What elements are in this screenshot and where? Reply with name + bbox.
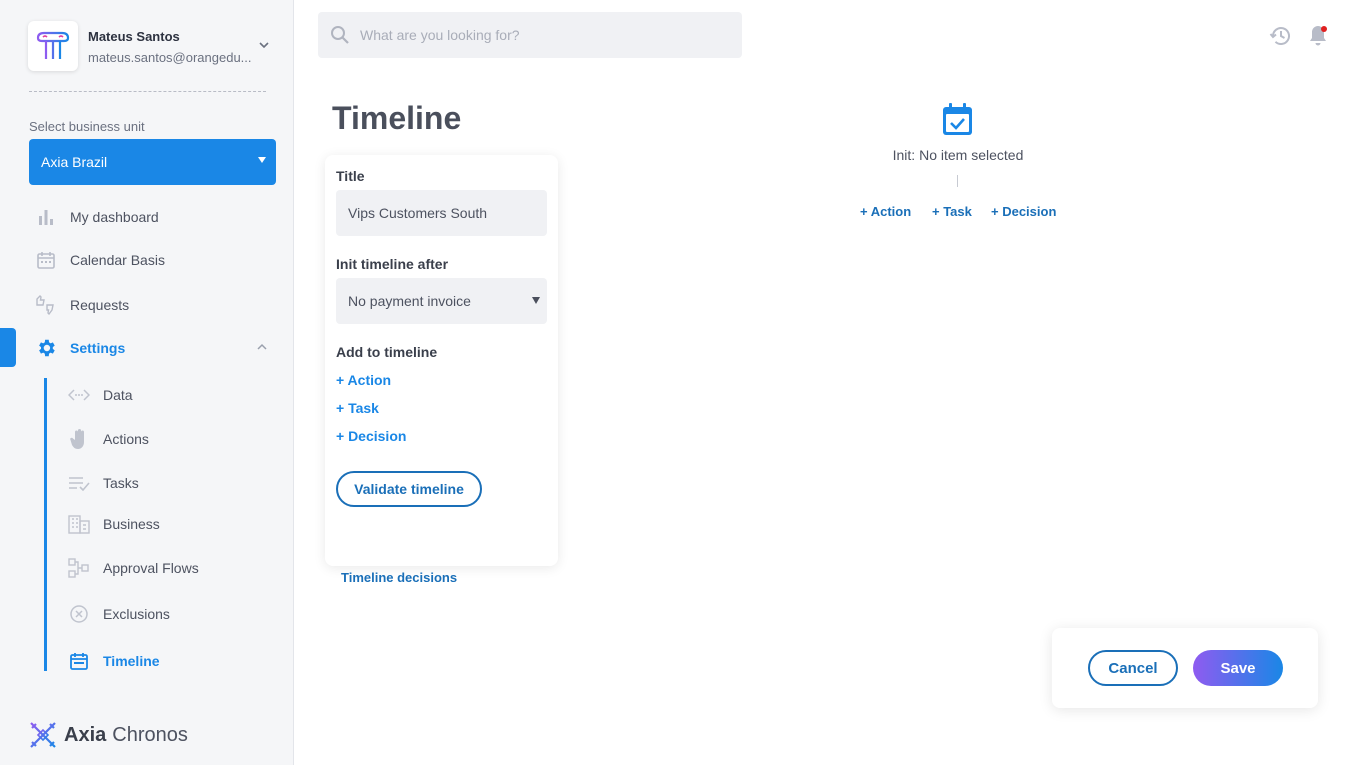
caret-down-icon [532, 297, 540, 304]
chevron-down-icon[interactable] [258, 39, 270, 51]
subnav-label: Tasks [103, 475, 139, 491]
calendar-event-icon [68, 650, 90, 672]
checklist-icon [68, 472, 90, 494]
hand-icon [68, 428, 90, 450]
nav-settings[interactable]: Settings [35, 336, 125, 360]
brand-name-bold: Axia [64, 723, 107, 746]
subnav-label: Data [103, 387, 133, 403]
flow-icon [68, 557, 90, 579]
title-field[interactable]: Vips Customers South [336, 190, 547, 236]
subnav-label: Approval Flows [103, 560, 199, 576]
user-email: mateus.santos@orangedu... [88, 50, 252, 65]
subnav-label: Actions [103, 431, 149, 447]
title-label: Title [336, 168, 365, 184]
subnav-tasks[interactable]: Tasks [68, 471, 139, 495]
brand-name-light: Chronos [112, 723, 188, 746]
subnav-approval-flows[interactable]: Approval Flows [68, 556, 199, 580]
init-label: Init timeline after [336, 256, 449, 272]
gear-icon [35, 337, 57, 359]
subnav-timeline[interactable]: Timeline [68, 649, 160, 673]
org-logo [28, 21, 78, 71]
calendar-check-icon [943, 103, 972, 135]
history-icon[interactable] [1269, 24, 1293, 48]
code-icon [68, 384, 90, 406]
brand-icon [30, 722, 56, 748]
timeline-decisions-link[interactable]: Timeline decisions [341, 570, 457, 585]
nav-label: Calendar Basis [70, 252, 165, 268]
subnav-actions[interactable]: Actions [68, 427, 149, 451]
init-value: No payment invoice [348, 293, 471, 309]
subnav-business[interactable]: Business [68, 512, 160, 536]
divider [29, 91, 266, 92]
search-input[interactable] [360, 12, 730, 58]
chevron-up-icon[interactable] [256, 342, 268, 352]
sidebar: Mateus Santos mateus.santos@orangedu... … [0, 0, 294, 765]
title-value: Vips Customers South [348, 205, 488, 221]
subnav-label: Business [103, 516, 160, 532]
brand-logo: Axia Chronos [28, 720, 188, 750]
canvas-add-decision-link[interactable]: + Decision [991, 204, 1056, 219]
search-icon [331, 26, 349, 44]
business-unit-select[interactable]: Axia Brazil [29, 139, 276, 185]
validate-timeline-button[interactable]: Validate timeline [336, 471, 482, 507]
add-to-timeline-label: Add to timeline [336, 344, 438, 360]
init-status-text: Init: No item selected [892, 147, 1024, 163]
add-decision-link[interactable]: + Decision [336, 428, 406, 444]
profile-menu[interactable]: Mateus Santos mateus.santos@orangedu... [28, 21, 278, 73]
connector-line [957, 175, 958, 187]
business-unit-value: Axia Brazil [41, 154, 108, 170]
form-actions: Cancel Save [1052, 628, 1318, 708]
submenu-line [44, 378, 47, 671]
user-name: Mateus Santos [88, 29, 180, 44]
subnav-exclusions[interactable]: Exclusions [68, 602, 170, 626]
add-task-link[interactable]: + Task [336, 400, 379, 416]
notification-dot [1321, 26, 1327, 32]
subnav-label: Exclusions [103, 606, 170, 622]
nav-label: My dashboard [70, 209, 159, 225]
nav-requests[interactable]: Requests [35, 293, 129, 317]
page-title: Timeline [332, 100, 462, 136]
calendar-icon [35, 249, 57, 271]
init-select[interactable]: No payment invoice [336, 278, 547, 324]
nav-label: Requests [70, 297, 130, 313]
subnav-label: Timeline [103, 653, 160, 669]
add-action-link[interactable]: + Action [336, 372, 391, 388]
active-indicator [0, 328, 16, 367]
canvas-add-action-link[interactable]: + Action [860, 204, 911, 219]
save-button[interactable]: Save [1193, 650, 1283, 686]
subnav-data[interactable]: Data [68, 383, 133, 407]
thumbs-icon [35, 294, 57, 316]
search-bar[interactable] [318, 12, 742, 58]
nav-calendar-basis[interactable]: Calendar Basis [35, 248, 165, 272]
bar-chart-icon [35, 206, 57, 228]
building-icon [68, 513, 90, 535]
nav-my-dashboard[interactable]: My dashboard [35, 205, 159, 229]
business-unit-label: Select business unit [29, 119, 145, 134]
nav-label: Settings [70, 340, 126, 356]
close-circle-icon [68, 603, 90, 625]
canvas-add-task-link[interactable]: + Task [932, 204, 972, 219]
caret-down-icon [258, 157, 266, 163]
timeline-editor-panel: Title Vips Customers South Init timeline… [325, 155, 558, 566]
cancel-button[interactable]: Cancel [1088, 650, 1178, 686]
